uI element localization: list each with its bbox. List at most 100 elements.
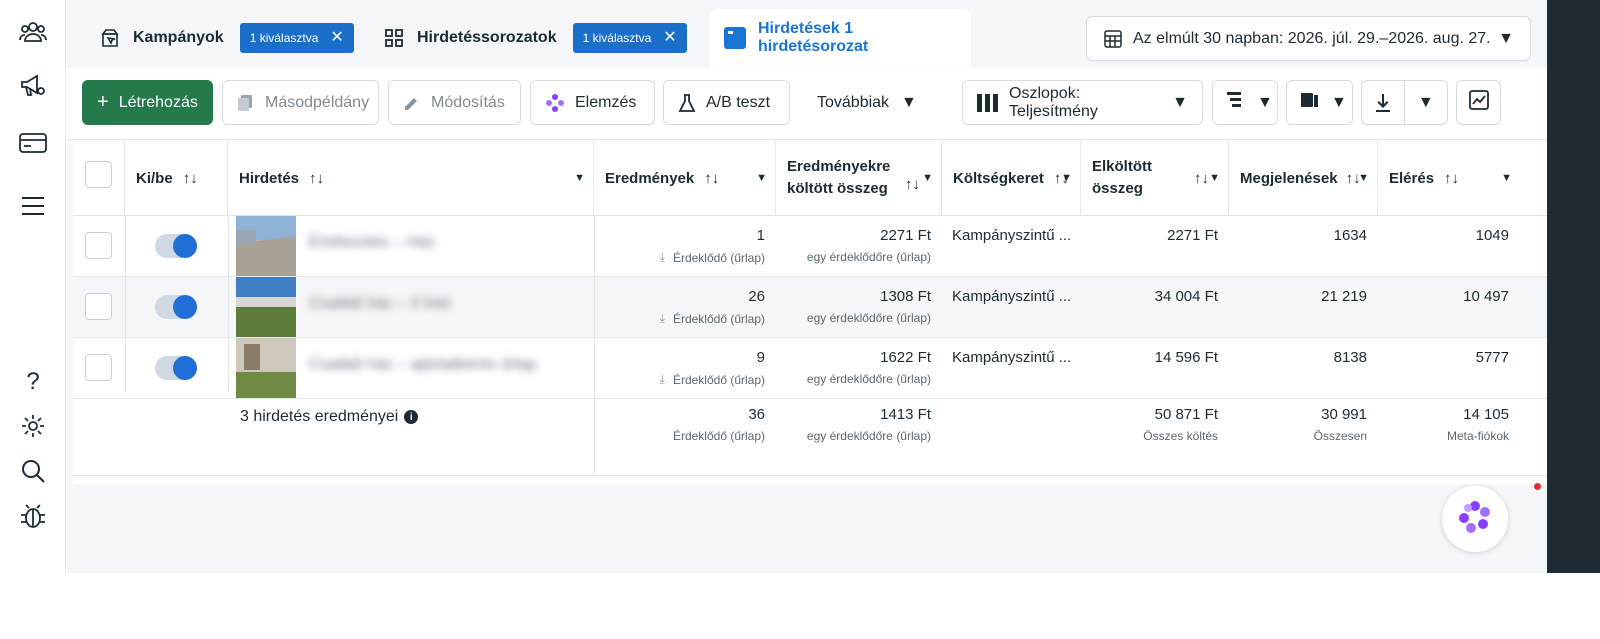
columns-button[interactable]: Oszlopok: Teljesítmény ▼	[962, 80, 1203, 125]
more-button[interactable]: Továbbiak ▼	[802, 80, 932, 125]
reach-cell: 1049	[1475, 227, 1509, 244]
column-divider	[228, 216, 229, 392]
caret-down-icon: ▼	[1331, 93, 1347, 111]
left-nav-rail: ?	[0, 0, 66, 573]
impressions-cell: 1634	[1333, 227, 1367, 244]
analyze-button[interactable]: Elemzés	[530, 80, 655, 125]
sort-icon[interactable]: ↑↓	[1194, 170, 1209, 187]
ad-thumbnail[interactable]	[236, 277, 296, 337]
sort-icon[interactable]: ↑↓	[905, 176, 920, 193]
cost-per-result-cell: 1622 Ft egy érdeklődőre (űrlap)	[806, 349, 931, 386]
ad-thumbnail[interactable]	[236, 216, 296, 276]
help-icon[interactable]: ?	[17, 366, 49, 398]
selection-chip[interactable]: 1 kiválasztva ✕	[572, 23, 687, 53]
main-area: Kampányok 1 kiválasztva ✕ Hirdetéssorozat…	[67, 0, 1547, 573]
info-icon[interactable]: i	[404, 410, 419, 424]
spent-cell: 14 596 Ft	[1154, 349, 1218, 366]
column-divider	[125, 216, 126, 392]
ad-name[interactable]: Családi ház – ajánlatkérés űrlap	[309, 356, 537, 374]
caret-down-icon[interactable]: ▼	[1061, 172, 1072, 184]
row-checkbox[interactable]	[85, 293, 112, 320]
ad-icon	[724, 27, 746, 49]
caret-down-icon[interactable]: ▼	[1405, 94, 1448, 112]
select-all-checkbox[interactable]	[85, 161, 112, 188]
spent-cell: 2271 Ft	[1167, 227, 1218, 244]
close-icon[interactable]: ✕	[663, 30, 676, 46]
gear-icon[interactable]	[17, 410, 49, 442]
tab-adsets-label: Hirdetéssorozatok	[417, 29, 557, 46]
date-range-picker[interactable]: Az elmúlt 30 napban: 2026. júl. 29.–2026…	[1086, 16, 1531, 61]
ai-assistant-button[interactable]	[1442, 486, 1508, 552]
ad-name[interactable]: Családi ház – 3 fotó	[309, 295, 450, 313]
col-header-budget[interactable]: Költségkeret ↑↓ ▼	[942, 140, 1081, 216]
ad-name[interactable]: Értékesítés – Ház	[309, 234, 435, 252]
menu-icon[interactable]	[17, 190, 49, 222]
row-checkbox[interactable]	[85, 354, 112, 381]
caret-down-icon: ▼	[1257, 93, 1273, 111]
caret-down-icon: ▼	[1498, 29, 1514, 47]
table-row[interactable]: Értékesítés – Ház 1 ⤓ Érdeklődő (űrlap) 2…	[73, 216, 1547, 277]
budget-cell[interactable]: Kampányszintű ...	[942, 338, 1081, 399]
tab-ads[interactable]: Hirdetések 1 hirdetésorozat	[710, 9, 971, 67]
plus-icon: +	[97, 91, 109, 113]
create-button[interactable]: + Létrehozás	[82, 80, 213, 125]
sort-icon[interactable]: ↑↓	[183, 170, 198, 187]
flask-icon	[678, 93, 696, 113]
summary-row: 3 hirdetés eredményei i 36 Érdeklődő (űr…	[73, 392, 1547, 476]
download-icon: ⤓	[659, 372, 665, 386]
table-row[interactable]: Családi ház – 3 fotó 26 ⤓ Érdeklődő (űrla…	[73, 277, 1547, 338]
summary-results: 36 Érdeklődő (űrlap)	[672, 406, 765, 443]
caret-down-icon[interactable]: ▼	[1358, 172, 1369, 184]
ad-thumbnail[interactable]	[236, 338, 296, 398]
sort-icon[interactable]: ↑↓	[704, 170, 719, 187]
chart-toggle-button[interactable]	[1456, 80, 1501, 125]
search-icon[interactable]	[17, 455, 49, 487]
caret-down-icon[interactable]: ▼	[1501, 172, 1512, 184]
onoff-toggle[interactable]	[155, 356, 197, 380]
col-header-cost-per-result[interactable]: Eredményekre költött összeg ↑↓ ▼	[776, 140, 942, 216]
budget-cell[interactable]: Kampányszintű ...	[942, 216, 1081, 277]
people-icon[interactable]	[17, 16, 49, 48]
caret-down-icon[interactable]: ▼	[922, 172, 933, 184]
download-icon: ⤓	[659, 311, 665, 325]
action-toolbar: + Létrehozás Másodpéldány Módosítás Elem…	[67, 68, 1547, 140]
download-icon	[1362, 81, 1405, 124]
tab-campaigns[interactable]: Kampányok 1 kiválasztva ✕	[85, 9, 368, 67]
summary-reach: 14 105 Meta-fiókok	[1446, 406, 1509, 443]
breakdown-button[interactable]: ▼	[1212, 80, 1278, 125]
onoff-toggle[interactable]	[155, 234, 197, 258]
copy-icon	[237, 94, 255, 112]
bug-icon[interactable]	[17, 500, 49, 532]
sort-icon[interactable]: ↑↓	[309, 170, 324, 187]
caret-down-icon[interactable]: ▼	[1209, 172, 1220, 184]
table-header: Ki/be ↑↓ Hirdetés ↑↓ ▼ Eredmények ↑↓ ▼ Eredmé…	[73, 140, 1547, 216]
export-button[interactable]: ▼	[1361, 80, 1448, 125]
col-header-spent[interactable]: Elköltött összeg ↑↓ ▼	[1081, 140, 1229, 216]
col-header-onoff[interactable]: Ki/be ↑↓	[125, 140, 228, 216]
col-header-results[interactable]: Eredmények ↑↓ ▼	[594, 140, 776, 216]
col-header-reach[interactable]: Elérés ↑↓ ▼	[1378, 140, 1520, 216]
sort-icon[interactable]: ↑↓	[1444, 170, 1459, 187]
summary-impressions: 30 991 Összesen	[1313, 406, 1367, 443]
card-icon[interactable]	[17, 127, 49, 159]
ab-test-button[interactable]: A/B teszt	[663, 80, 790, 125]
duplicate-button[interactable]: Másodpéldány	[222, 80, 379, 125]
notification-dot	[1534, 483, 1541, 490]
column-divider	[594, 216, 595, 476]
onoff-toggle[interactable]	[155, 295, 197, 319]
tab-adsets[interactable]: Hirdetéssorozatok 1 kiválasztva ✕	[369, 9, 701, 67]
table-row[interactable]: Családi ház – ajánlatkérés űrlap 9 ⤓ Érde…	[73, 338, 1547, 399]
megaphone-icon[interactable]	[17, 70, 49, 102]
edit-button[interactable]: Módosítás	[388, 80, 521, 125]
row-checkbox[interactable]	[85, 232, 112, 259]
caret-down-icon[interactable]: ▼	[574, 172, 585, 184]
reports-button[interactable]: ▼	[1286, 80, 1353, 125]
caret-down-icon[interactable]: ▼	[756, 172, 767, 184]
spent-cell: 34 004 Ft	[1154, 288, 1218, 305]
selection-chip[interactable]: 1 kiválasztva ✕	[239, 23, 354, 53]
budget-cell[interactable]: Kampányszintű ...	[942, 277, 1081, 338]
col-header-impressions[interactable]: Megjelenések ↑↓ ▼	[1229, 140, 1378, 216]
col-header-ad[interactable]: Hirdetés ↑↓ ▼	[228, 140, 594, 216]
level-tabs: Kampányok 1 kiválasztva ✕ Hirdetéssorozat…	[67, 0, 1547, 68]
close-icon[interactable]: ✕	[330, 30, 343, 46]
